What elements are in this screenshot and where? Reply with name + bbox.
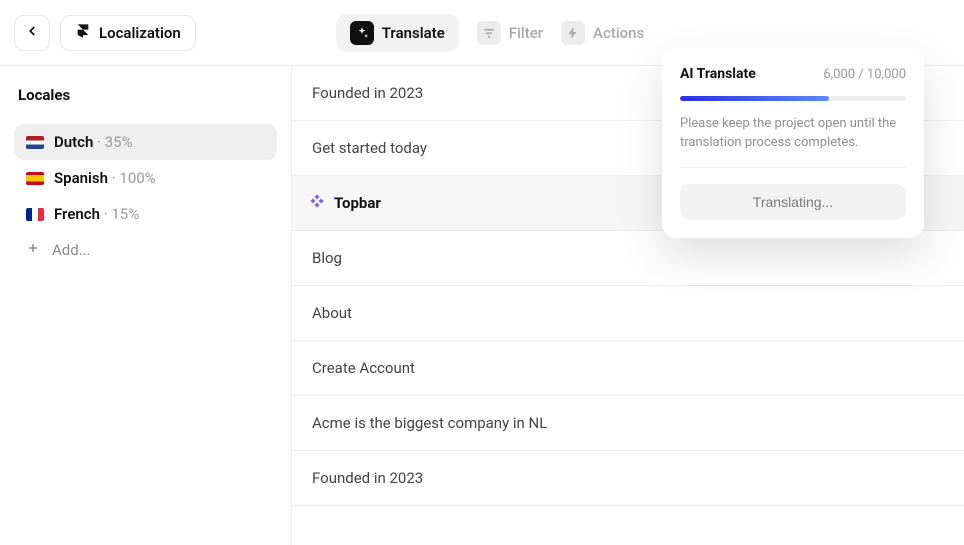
localization-button[interactable]: Localization (60, 15, 196, 51)
list-item[interactable]: Acme is the biggest company in NL (292, 396, 964, 451)
locale-name: Spanish (54, 169, 108, 187)
sidebar-title: Locales (14, 86, 277, 104)
progress-bar (680, 96, 906, 101)
list-item[interactable]: Blog (292, 231, 964, 286)
sidebar-item-spanish[interactable]: Spanish · 100% (14, 160, 277, 196)
filter-button[interactable]: Filter (477, 21, 543, 45)
locale-name: French (54, 205, 100, 223)
filter-icon (477, 21, 501, 45)
localization-label: Localization (99, 24, 181, 42)
filter-label: Filter (509, 24, 543, 42)
locale-pct: · 100% (112, 169, 156, 187)
component-icon (310, 194, 324, 212)
add-locale-button[interactable]: Add... (14, 232, 277, 268)
chevron-left-icon (25, 24, 39, 41)
framer-icon (75, 23, 91, 43)
flag-nl-icon (26, 136, 44, 149)
plus-icon (26, 241, 40, 259)
popover-title: AI Translate (680, 66, 756, 82)
translate-label: Translate (382, 24, 445, 42)
flag-fr-icon (26, 208, 44, 221)
sidebar-item-french[interactable]: French · 15% (14, 196, 277, 232)
translate-popover: AI Translate 6,000 / 10,000 Please keep … (662, 48, 924, 238)
list-item[interactable]: Founded in 2023 (292, 451, 964, 506)
list-item[interactable]: About (292, 286, 964, 341)
translating-button: Translating... (680, 184, 906, 220)
actions-button[interactable]: Actions (561, 21, 644, 45)
locale-pct: · 35% (97, 133, 133, 151)
toolbar-actions: Translate Filter Actions (336, 14, 645, 52)
flag-es-icon (26, 172, 44, 185)
sidebar: Locales Dutch · 35% Spanish · 100% Frenc… (0, 66, 292, 545)
translate-button[interactable]: Translate (336, 14, 459, 52)
list-item[interactable]: Create Account (292, 341, 964, 396)
back-button[interactable] (14, 15, 50, 51)
actions-label: Actions (593, 24, 644, 42)
progress-fill (680, 96, 829, 101)
locale-pct: · 15% (104, 205, 140, 223)
locale-name: Dutch (54, 133, 93, 151)
popover-counter: 6,000 / 10,000 (823, 67, 906, 82)
sparkle-icon (350, 21, 374, 45)
lightning-icon (561, 21, 585, 45)
section-label: Topbar (334, 194, 381, 212)
add-label: Add... (52, 241, 91, 259)
popover-text: Please keep the project open until the t… (680, 115, 906, 168)
sidebar-item-dutch[interactable]: Dutch · 35% (14, 124, 277, 160)
